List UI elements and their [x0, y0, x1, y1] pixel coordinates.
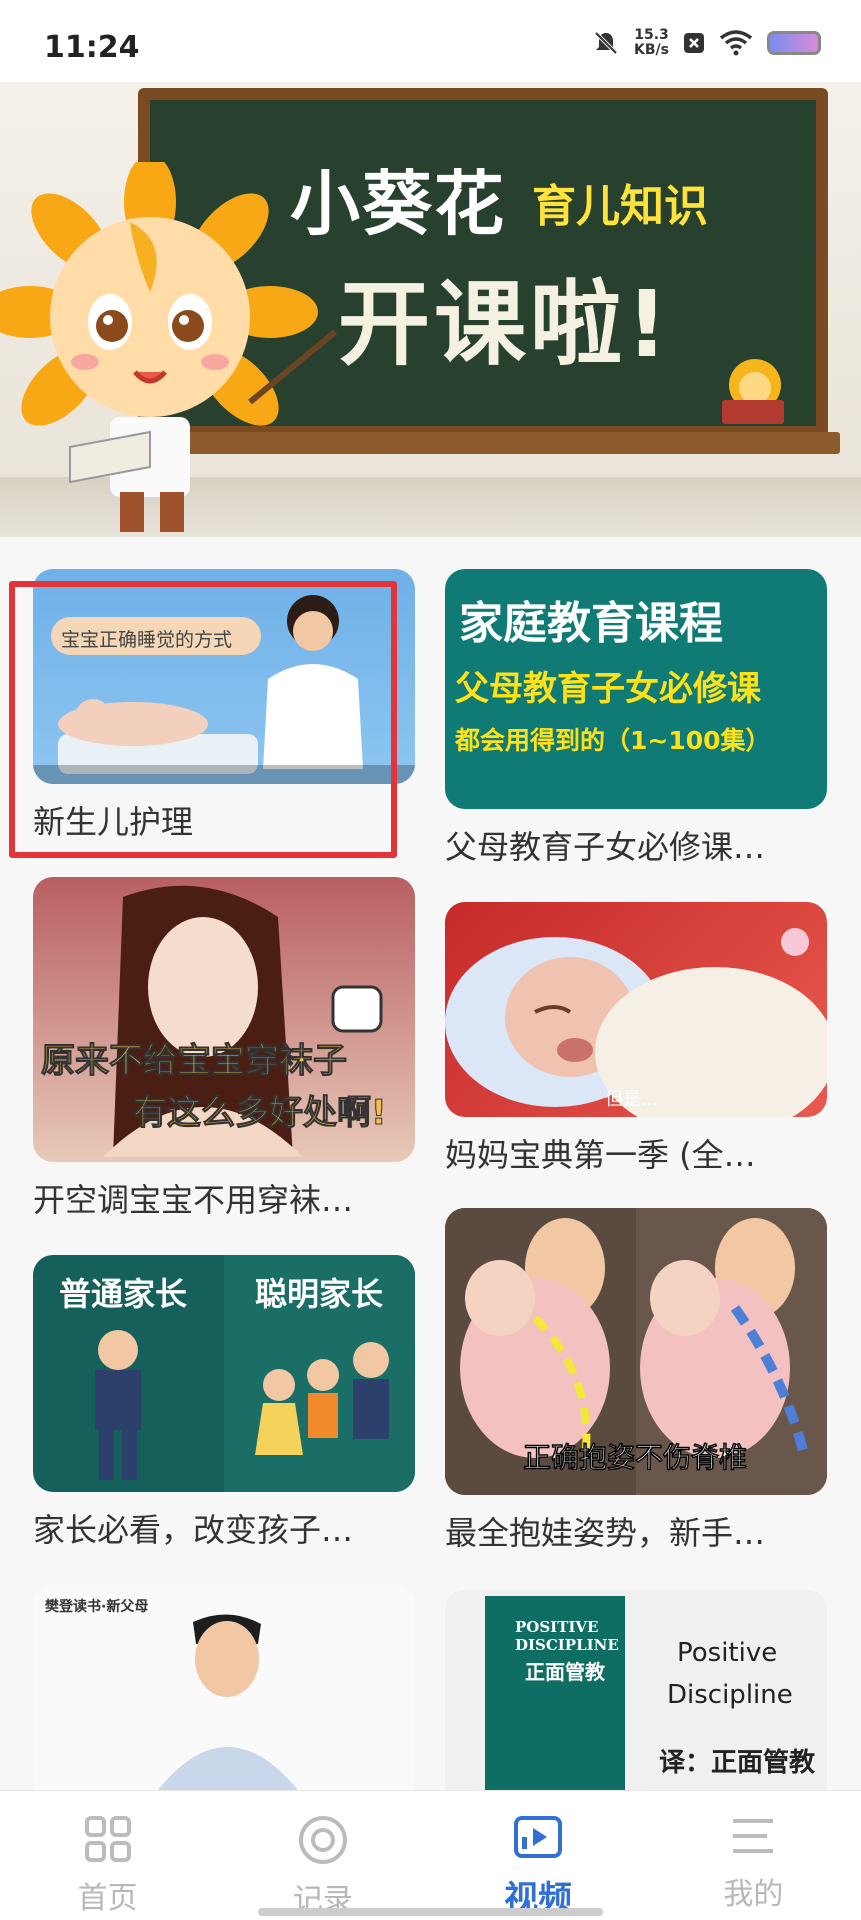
network-speed-value: 15.3	[634, 27, 669, 43]
network-speed-unit: KB/s	[634, 42, 669, 58]
app-root: 11:24 15.3 KB/s 小葵花 育儿知识 开课啦! 宝宝正确睡觉的方式 …	[0, 0, 861, 1920]
video-title: 开空调宝宝不用穿袜…	[33, 1181, 354, 1219]
thumb-line: Positive	[677, 1638, 778, 1668]
video-card[interactable]: 普通家长 聪明家长 家长必看，改变孩子…	[33, 1255, 415, 1550]
video-title: 最全抱娃姿势，新手…	[445, 1514, 766, 1552]
home-indicator[interactable]	[258, 1908, 603, 1916]
tab-label: 我的	[723, 1877, 784, 1912]
video-title: 父母教育子女必修课…	[445, 828, 766, 866]
thumb-line: DISCIPLINE	[515, 1636, 619, 1654]
video-thumbnail: 普通家长 聪明家长	[33, 1255, 415, 1492]
thumb-line: 原来不给宝宝穿袜子	[41, 1041, 348, 1082]
menu-icon	[733, 1819, 774, 1853]
thumb-line: 家庭教育课程	[459, 598, 723, 649]
sunflower-mascot	[0, 162, 337, 532]
status-time: 11:24	[44, 30, 140, 65]
thumb-line: 都会用得到的（1~100集）	[455, 726, 771, 755]
grid-icon	[84, 1816, 131, 1862]
eraser	[722, 400, 784, 424]
thumb-caption: 但是...	[605, 1089, 659, 1110]
thumb-line: 父母教育子女必修课	[455, 669, 761, 709]
video-card[interactable]: 原来不给宝宝穿袜子 有这么多好处啊! 开空调宝宝不用穿袜…	[33, 877, 415, 1220]
tab-home[interactable]: 首页	[0, 1791, 215, 1920]
status-icons: 15.3 KB/s	[592, 28, 821, 58]
banner-headline: 开课啦!	[338, 271, 672, 378]
video-card[interactable]: 樊登读书·新父母	[33, 1584, 415, 1808]
video-title: 妈妈宝典第一季 (全…	[445, 1136, 756, 1174]
wifi-icon	[719, 30, 753, 56]
presenter-man-illustration	[158, 1614, 298, 1790]
video-thumbnail: 但是...	[445, 902, 827, 1117]
battery-icon	[767, 31, 821, 55]
thumb-line: Discipline	[667, 1680, 793, 1710]
parents-kids-illustration	[95, 1330, 389, 1480]
selected-card-highlight	[9, 581, 397, 858]
video-card[interactable]: 家庭教育课程 父母教育子女必修课 都会用得到的（1~100集） 父母教育子女必修…	[445, 569, 827, 867]
video-thumbnail: POSITIVE DISCIPLINE 正面管教 Positive Discip…	[445, 1590, 827, 1790]
record-icon	[298, 1816, 347, 1864]
video-thumbnail: 正确抱姿不伤脊椎	[445, 1208, 827, 1495]
tab-video[interactable]: 视频	[431, 1791, 646, 1920]
network-speed: 15.3 KB/s	[634, 28, 669, 58]
bottom-tab-bar: 首页 记录 视频 我的	[0, 1790, 861, 1920]
tab-record[interactable]: 记录	[215, 1791, 430, 1920]
video-thumbnail: 家庭教育课程 父母教育子女必修课 都会用得到的（1~100集）	[445, 569, 827, 809]
thumb-line: 有这么多好处啊!	[133, 1093, 388, 1134]
video-card[interactable]: 但是... 妈妈宝典第一季 (全…	[445, 902, 827, 1175]
tab-label: 首页	[77, 1881, 138, 1916]
video-card[interactable]: 正确抱姿不伤脊椎 最全抱娃姿势，新手…	[445, 1208, 827, 1553]
thumb-line: 译：正面管教	[659, 1748, 816, 1778]
video-card[interactable]: POSITIVE DISCIPLINE 正面管教 Positive Discip…	[445, 1590, 827, 1808]
video-title: 家长必看，改变孩子…	[33, 1511, 354, 1549]
thumb-line: 正面管教	[525, 1660, 605, 1684]
video-thumbnail: 原来不给宝宝穿袜子 有这么多好处啊!	[33, 877, 415, 1162]
thumb-line: POSITIVE	[515, 1618, 599, 1636]
video-icon	[514, 1816, 563, 1858]
close-box-icon	[684, 33, 704, 53]
banner[interactable]: 小葵花 育儿知识 开课啦!	[0, 82, 861, 537]
banner-subtitle: 育儿知识	[532, 181, 708, 232]
tab-mine[interactable]: 我的	[646, 1791, 861, 1920]
thumb-caption: 正确抱姿不伤脊椎	[523, 1441, 748, 1475]
mute-bell-icon	[594, 31, 618, 55]
video-thumbnail: 樊登读书·新父母	[33, 1584, 415, 1790]
